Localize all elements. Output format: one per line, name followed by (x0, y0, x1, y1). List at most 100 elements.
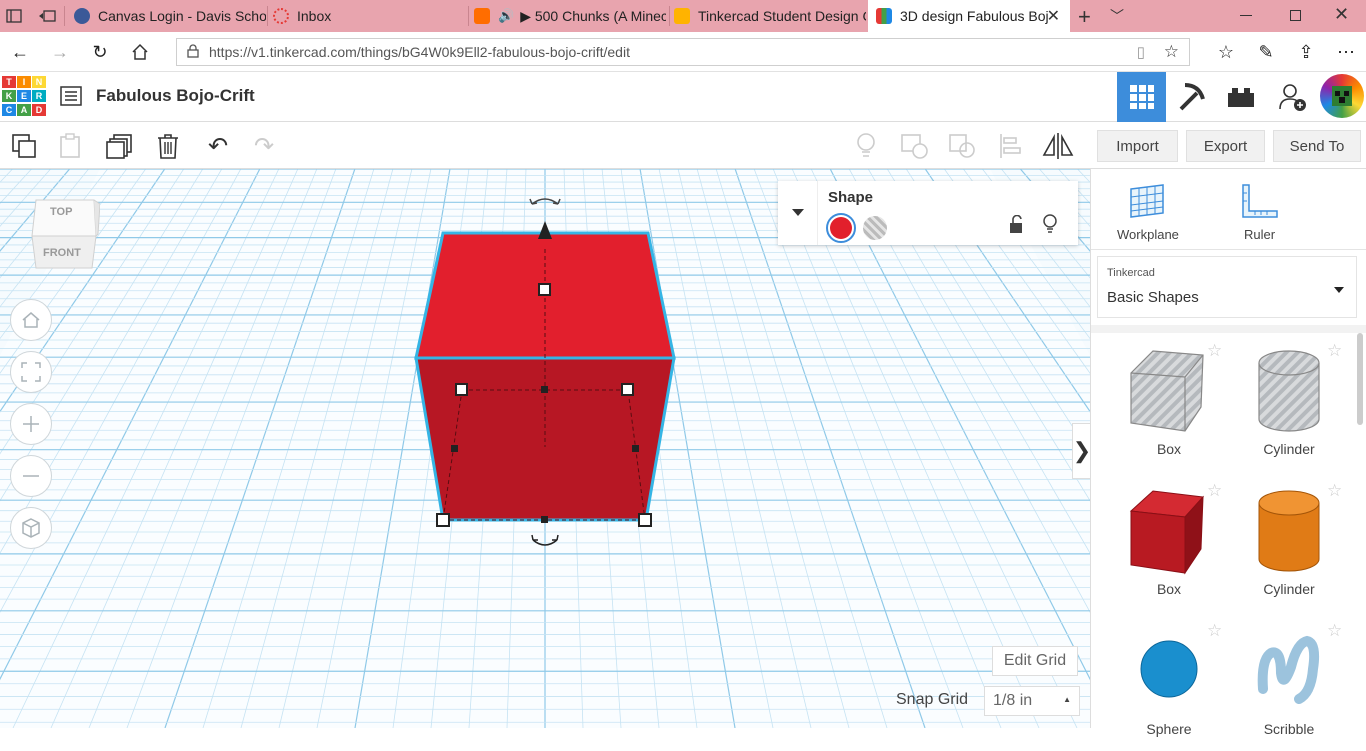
home-icon[interactable] (128, 40, 152, 64)
visibility-bulb-icon[interactable] (1042, 213, 1058, 240)
zoom-out-button[interactable] (10, 455, 52, 497)
app-header: T I N K E R C A D Fabulous Bojo-Crift (0, 72, 1366, 122)
box-hole-icon (1130, 350, 1204, 432)
design-title[interactable]: Fabulous Bojo-Crift (96, 86, 255, 106)
canvas-favicon-icon (74, 8, 90, 24)
tab-soundcloud[interactable]: 🔊 ▶ 500 Chunks (A Mineci (474, 0, 666, 32)
minimize-icon[interactable] (1240, 15, 1252, 16)
cylinder-orange-icon (1258, 490, 1320, 572)
workplane-tool[interactable]: Workplane (1109, 181, 1185, 243)
reading-list-icon[interactable]: ☆ (1214, 40, 1238, 64)
panel-scrollbar[interactable] (1357, 333, 1363, 425)
snap-grid-select[interactable]: 1/8 in ▲ (984, 686, 1080, 716)
logo-letter: I (17, 76, 31, 88)
shape-label: Cylinder (1263, 441, 1315, 457)
pickaxe-icon[interactable] (1166, 72, 1216, 122)
design-list-icon[interactable] (60, 86, 82, 106)
scribble-icon (1257, 635, 1320, 704)
url-bar[interactable]: https://v1.tinkercad.com/things/bG4W0k9E… (176, 38, 1190, 66)
workplane-label: Workplane (1117, 227, 1179, 242)
box-red-icon (1129, 490, 1205, 575)
ruler-icon (1242, 184, 1278, 218)
hole-swatch[interactable] (863, 216, 887, 240)
tinkercad-student-icon (674, 8, 690, 24)
avatar[interactable] (1320, 74, 1364, 118)
star-icon[interactable]: ☆ (1327, 481, 1342, 501)
fit-view-button[interactable] (10, 351, 52, 393)
solid-color-swatch[interactable] (826, 213, 856, 243)
edit-grid-button[interactable]: Edit Grid (992, 646, 1078, 676)
view-cube[interactable]: TOP FRONT (28, 194, 101, 270)
import-button[interactable]: Import (1097, 130, 1178, 162)
soundcloud-icon (474, 8, 490, 24)
view-cube-top-label[interactable]: TOP (50, 206, 72, 218)
ruler-label: Ruler (1244, 227, 1276, 242)
pen-icon[interactable]: ✎ (1254, 40, 1278, 64)
shape-scribble[interactable]: ☆ Scribble (1229, 621, 1349, 751)
star-icon[interactable]: ☆ (1207, 341, 1222, 361)
tab-3d-design[interactable]: 3D design Fabulous Boj ✕ (868, 0, 1070, 32)
tab-list-chevron-icon[interactable]: ﹀ (1110, 6, 1124, 26)
collapse-inspector-button[interactable] (778, 181, 818, 245)
share-icon[interactable]: ⇪ (1294, 40, 1318, 64)
mirror-icon[interactable] (1040, 128, 1076, 164)
shape-box-hole[interactable]: ☆ Box (1109, 341, 1229, 471)
shape-box[interactable]: ☆ Box (1109, 481, 1229, 611)
tabs-aside-icon[interactable] (38, 8, 56, 24)
export-button[interactable]: Export (1186, 130, 1265, 162)
view-cube-front-label[interactable]: FRONT (43, 247, 81, 259)
tab-actions-icon[interactable] (6, 8, 22, 24)
tab-canvas[interactable]: Canvas Login - Davis Schoo (70, 0, 266, 32)
cube-icon (22, 518, 40, 538)
add-user-icon[interactable] (1268, 72, 1318, 122)
shape-sphere[interactable]: ☆ Sphere (1109, 621, 1229, 751)
logo-letter: R (32, 90, 46, 102)
library-select[interactable]: Tinkercad Basic Shapes (1097, 256, 1357, 318)
star-icon[interactable]: ☆ (1327, 341, 1342, 361)
undo-icon[interactable]: ↶ (200, 128, 236, 164)
close-window-icon[interactable]: ✕ (1334, 4, 1349, 25)
duplicate-icon[interactable] (102, 128, 138, 164)
logo-letter: C (2, 104, 16, 116)
audio-playing-icon[interactable]: 🔊 (498, 8, 514, 24)
tab-inbox[interactable]: Inbox (271, 0, 467, 32)
send-to-button[interactable]: Send To (1273, 130, 1361, 162)
panel-toggle-button[interactable]: ❯ (1072, 423, 1090, 479)
star-icon[interactable]: ☆ (1327, 621, 1342, 641)
forward-icon[interactable]: → (48, 40, 72, 64)
new-tab-icon[interactable]: + (1078, 4, 1091, 30)
shape-label: Box (1156, 441, 1182, 457)
shape-cylinder-hole[interactable]: ☆ Cylinder (1229, 341, 1349, 471)
delete-icon[interactable] (150, 128, 186, 164)
home-view-button[interactable] (10, 299, 52, 341)
zoom-in-button[interactable] (10, 403, 52, 445)
tab-tinkercad-student[interactable]: Tinkercad Student Design C (674, 0, 866, 32)
inspector-title: Shape (828, 189, 874, 206)
back-icon[interactable]: ← (8, 40, 32, 64)
star-icon[interactable]: ☆ (1207, 621, 1222, 641)
ruler-tool[interactable]: Ruler (1231, 181, 1291, 243)
url-text[interactable]: https://v1.tinkercad.com/things/bG4W0k9E… (209, 44, 630, 60)
bricks-icon[interactable] (1216, 72, 1266, 122)
redo-icon: ↷ (253, 132, 275, 160)
shape-inspector: Shape (778, 181, 1078, 245)
copy-icon[interactable] (6, 128, 42, 164)
selected-box-shape[interactable] (400, 189, 690, 589)
workplane-viewport[interactable]: TOP FRONT Edit Grid Snap Grid 1/8 in ▲ ❯ (0, 169, 1090, 728)
ortho-view-button[interactable] (10, 507, 52, 549)
reading-view-icon[interactable]: ▯ (1137, 43, 1145, 61)
3d-view-button[interactable] (1117, 72, 1166, 122)
library-name: Basic Shapes (1107, 289, 1199, 306)
refresh-icon[interactable]: ↻ (88, 40, 112, 64)
tinkercad-logo[interactable]: T I N K E R C A D (2, 75, 46, 119)
shape-cylinder[interactable]: ☆ Cylinder (1229, 481, 1349, 611)
restore-icon[interactable] (1290, 10, 1301, 21)
cylinder-hole-icon (1258, 350, 1320, 432)
star-icon[interactable]: ☆ (1207, 481, 1222, 501)
favorite-star-icon[interactable]: ☆ (1164, 42, 1179, 62)
close-tab-icon[interactable]: ✕ (1047, 6, 1060, 26)
more-icon[interactable]: ⋯ (1334, 40, 1358, 64)
shape-label: Cylinder (1263, 581, 1315, 597)
snap-grid-value: 1/8 in (993, 692, 1033, 709)
lock-icon[interactable] (1008, 214, 1024, 240)
